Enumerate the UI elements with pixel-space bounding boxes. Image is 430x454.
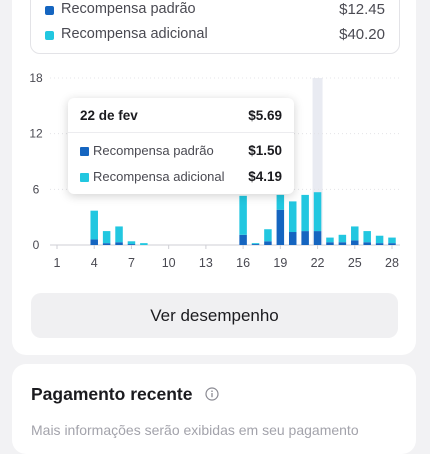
info-circle-icon[interactable] bbox=[205, 387, 219, 401]
bar-additional-27 bbox=[375, 235, 384, 244]
tooltip-label-standard: Recompensa padrão bbox=[93, 143, 214, 158]
x-tick-label: 7 bbox=[128, 256, 135, 270]
x-tick-label: 4 bbox=[91, 256, 98, 270]
bar-standard-27 bbox=[375, 243, 384, 245]
y-tick-label: 0 bbox=[33, 238, 40, 252]
recent-payment-description: Mais informações serão exibidas em seu p… bbox=[31, 422, 359, 438]
bar-additional-26 bbox=[363, 231, 371, 243]
bar-additional-24 bbox=[338, 234, 347, 243]
bar-standard-5 bbox=[102, 243, 111, 245]
bar-additional-28 bbox=[388, 237, 396, 244]
bar-standard-6 bbox=[115, 242, 123, 245]
tooltip-label-additional: Recompensa adicional bbox=[93, 169, 225, 184]
tooltip-row-standard: Recompensa padrão $1.50 bbox=[68, 142, 294, 160]
x-tick-label: 1 bbox=[54, 256, 61, 270]
bar-standard-22 bbox=[313, 231, 322, 245]
bar-additional-6 bbox=[115, 226, 123, 243]
bar-standard-28 bbox=[388, 243, 396, 245]
recent-payment-title: Pagamento recente bbox=[31, 384, 193, 404]
x-tick-label: 22 bbox=[311, 256, 325, 270]
bar-standard-21 bbox=[301, 231, 309, 245]
x-tick-label: 19 bbox=[273, 256, 287, 270]
tooltip-total: $5.69 bbox=[248, 108, 282, 123]
x-tick-label: 28 bbox=[385, 256, 399, 270]
tooltip-date: 22 de fev bbox=[80, 108, 138, 123]
bar-additional-7 bbox=[127, 241, 136, 245]
view-performance-button[interactable]: Ver desempenho bbox=[31, 293, 398, 338]
bar-standard-24 bbox=[338, 242, 347, 245]
bar-standard-4 bbox=[90, 239, 98, 245]
x-tick-label: 10 bbox=[162, 256, 176, 270]
tooltip-value-standard: $1.50 bbox=[248, 143, 282, 158]
bar-standard-26 bbox=[363, 242, 371, 245]
bar-standard-20 bbox=[288, 232, 297, 245]
tooltip-value-additional: $4.19 bbox=[248, 169, 282, 184]
bar-standard-7 bbox=[127, 244, 136, 245]
x-tick-label: 16 bbox=[236, 256, 250, 270]
x-tick-label: 25 bbox=[348, 256, 362, 270]
bar-standard-18 bbox=[264, 241, 272, 245]
bar-additional-23 bbox=[326, 237, 334, 243]
bar-additional-19 bbox=[276, 194, 285, 210]
bar-standard-17 bbox=[251, 244, 260, 245]
bar-additional-4 bbox=[90, 210, 98, 240]
tooltip-divider bbox=[68, 132, 294, 133]
y-tick-label: 12 bbox=[29, 127, 43, 141]
bar-additional-17 bbox=[251, 243, 260, 245]
tooltip-row-additional: Recompensa adicional $4.19 bbox=[68, 168, 294, 186]
bar-additional-22 bbox=[313, 192, 322, 232]
y-tick-label: 18 bbox=[29, 71, 43, 85]
bar-additional-8 bbox=[140, 243, 148, 245]
bar-additional-25 bbox=[351, 226, 359, 241]
bar-additional-21 bbox=[301, 194, 309, 232]
tooltip-standard-swatch bbox=[80, 147, 89, 156]
bar-additional-16 bbox=[239, 195, 247, 235]
bar-additional-20 bbox=[288, 201, 297, 233]
bar-standard-23 bbox=[326, 242, 334, 245]
bar-additional-18 bbox=[264, 229, 272, 242]
chart-tooltip: 22 de fev $5.69 Recompensa padrão $1.50 … bbox=[68, 98, 294, 194]
recent-payment-card bbox=[12, 364, 416, 454]
bar-standard-25 bbox=[351, 240, 359, 245]
bar-standard-16 bbox=[239, 234, 247, 245]
tooltip-additional-swatch bbox=[80, 173, 89, 182]
bar-additional-5 bbox=[102, 231, 111, 244]
y-tick-label: 6 bbox=[33, 182, 40, 196]
x-tick-label: 13 bbox=[199, 256, 213, 270]
bar-standard-19 bbox=[276, 209, 285, 245]
